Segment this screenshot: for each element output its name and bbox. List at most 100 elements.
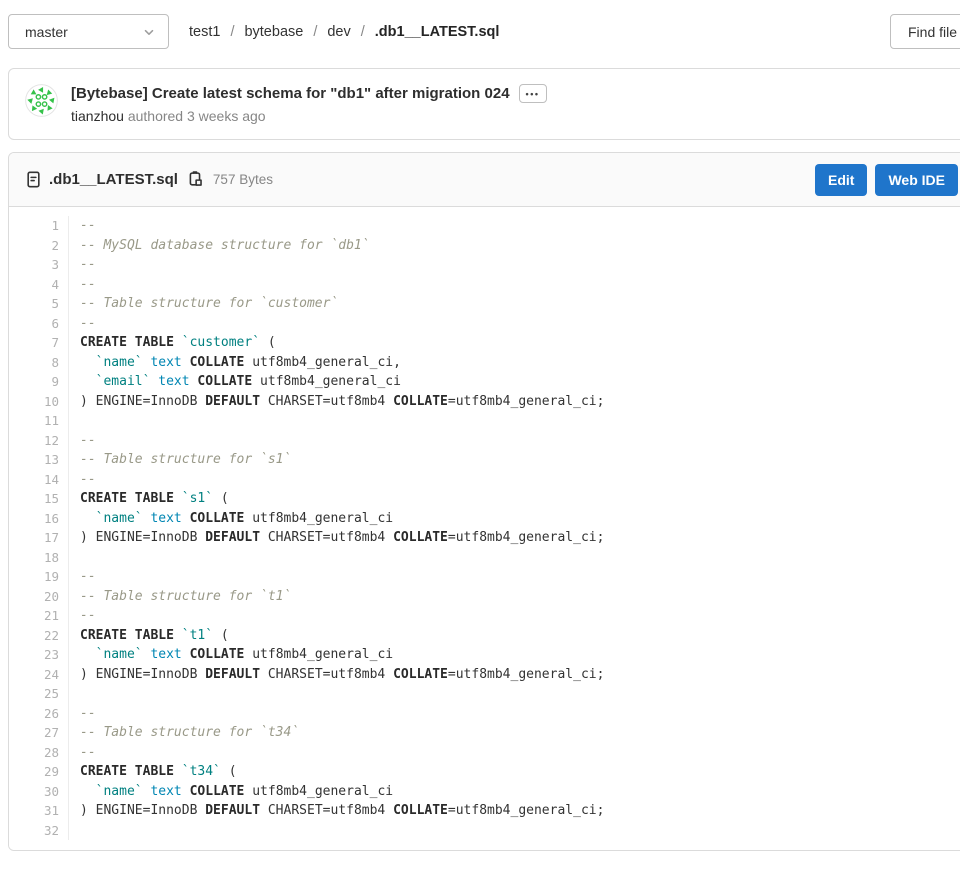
line-number[interactable]: 4 xyxy=(9,275,69,295)
commit-author-name[interactable]: tianzhou xyxy=(71,108,124,124)
code-line-content: -- xyxy=(69,255,96,275)
line-number[interactable]: 21 xyxy=(9,606,69,626)
line-number[interactable]: 31 xyxy=(9,801,69,821)
code-line-content xyxy=(69,548,88,568)
ellipsis-icon[interactable]: ••• xyxy=(519,84,547,103)
code-line-content: -- MySQL database structure for `db1` xyxy=(69,236,370,256)
breadcrumb-separator: / xyxy=(361,24,365,40)
code-line-content xyxy=(69,821,88,841)
branch-selector[interactable]: master xyxy=(8,14,169,49)
line-number[interactable]: 23 xyxy=(9,645,69,665)
line-number[interactable]: 13 xyxy=(9,450,69,470)
edit-button[interactable]: Edit xyxy=(815,164,867,196)
line-number[interactable]: 24 xyxy=(9,665,69,685)
code-line-content: `email` text COLLATE utf8mb4_general_ci xyxy=(69,372,401,392)
code-line: 20-- Table structure for `t1` xyxy=(9,587,960,607)
code-line-content xyxy=(69,411,88,431)
line-number[interactable]: 9 xyxy=(9,372,69,392)
code-line: 18 xyxy=(9,548,960,568)
code-line: 8 `name` text COLLATE utf8mb4_general_ci… xyxy=(9,353,960,373)
web-ide-button[interactable]: Web IDE xyxy=(875,164,958,196)
code-line-content: -- xyxy=(69,275,96,295)
line-number[interactable]: 18 xyxy=(9,548,69,568)
file-document-icon xyxy=(25,171,42,188)
line-number[interactable]: 11 xyxy=(9,411,69,431)
code-line: 27-- Table structure for `t34` xyxy=(9,723,960,743)
file-header: .db1__LATEST.sql 757 Bytes Edit Web IDE xyxy=(9,153,960,207)
line-number[interactable]: 25 xyxy=(9,684,69,704)
code-line: 7CREATE TABLE `customer` ( xyxy=(9,333,960,353)
code-line: 31) ENGINE=InnoDB DEFAULT CHARSET=utf8mb… xyxy=(9,801,960,821)
line-number[interactable]: 6 xyxy=(9,314,69,334)
code-line-content: CREATE TABLE `s1` ( xyxy=(69,489,229,509)
line-number[interactable]: 17 xyxy=(9,528,69,548)
chevron-down-icon xyxy=(142,25,156,39)
commit-title[interactable]: [Bytebase] Create latest schema for "db1… xyxy=(71,85,510,102)
code-lines: 1--2-- MySQL database structure for `db1… xyxy=(9,216,960,840)
code-line-content: CREATE TABLE `customer` ( xyxy=(69,333,276,353)
code-line: 23 `name` text COLLATE utf8mb4_general_c… xyxy=(9,645,960,665)
breadcrumb-segment[interactable]: bytebase xyxy=(244,24,303,40)
line-number[interactable]: 22 xyxy=(9,626,69,646)
breadcrumb-segment[interactable]: test1 xyxy=(189,24,220,40)
code-line: 19-- xyxy=(9,567,960,587)
file-actions: Edit Web IDE xyxy=(815,164,960,196)
line-number[interactable]: 32 xyxy=(9,821,69,841)
line-number[interactable]: 26 xyxy=(9,704,69,724)
code-line-content: ) ENGINE=InnoDB DEFAULT CHARSET=utf8mb4 … xyxy=(69,528,604,548)
line-number[interactable]: 27 xyxy=(9,723,69,743)
file-name: .db1__LATEST.sql xyxy=(49,171,178,188)
line-number[interactable]: 2 xyxy=(9,236,69,256)
code-line-content: ) ENGINE=InnoDB DEFAULT CHARSET=utf8mb4 … xyxy=(69,801,604,821)
line-number[interactable]: 8 xyxy=(9,353,69,373)
code-line: 28-- xyxy=(9,743,960,763)
code-line: 30 `name` text COLLATE utf8mb4_general_c… xyxy=(9,782,960,802)
code-line: 29CREATE TABLE `t34` ( xyxy=(9,762,960,782)
code-line: 2-- MySQL database structure for `db1` xyxy=(9,236,960,256)
breadcrumb-segment[interactable]: dev xyxy=(327,24,350,40)
file-size: 757 Bytes xyxy=(213,172,273,187)
line-number[interactable]: 10 xyxy=(9,392,69,412)
code-line: 11 xyxy=(9,411,960,431)
code-line: 24) ENGINE=InnoDB DEFAULT CHARSET=utf8mb… xyxy=(9,665,960,685)
code-line-content: -- Table structure for `customer` xyxy=(69,294,338,314)
code-line: 22CREATE TABLE `t1` ( xyxy=(9,626,960,646)
commit-meta: tianzhou authored 3 weeks ago xyxy=(71,108,547,124)
line-number[interactable]: 5 xyxy=(9,294,69,314)
top-bar: master test1 / bytebase / dev / .db1__LA… xyxy=(0,0,960,62)
code-line-content xyxy=(69,684,88,704)
code-line-content: ) ENGINE=InnoDB DEFAULT CHARSET=utf8mb4 … xyxy=(69,392,604,412)
code-line-content: -- xyxy=(69,567,96,587)
line-number[interactable]: 20 xyxy=(9,587,69,607)
code-line: 13-- Table structure for `s1` xyxy=(9,450,960,470)
code-line: 6-- xyxy=(9,314,960,334)
code-line-content: CREATE TABLE `t1` ( xyxy=(69,626,229,646)
code-line-content: `name` text COLLATE utf8mb4_general_ci xyxy=(69,509,393,529)
line-number[interactable]: 16 xyxy=(9,509,69,529)
line-number[interactable]: 12 xyxy=(9,431,69,451)
line-number[interactable]: 1 xyxy=(9,216,69,236)
code-line: 15CREATE TABLE `s1` ( xyxy=(9,489,960,509)
find-file-button[interactable]: Find file xyxy=(890,14,960,49)
line-number[interactable]: 3 xyxy=(9,255,69,275)
line-number[interactable]: 28 xyxy=(9,743,69,763)
code-line-content: -- Table structure for `t34` xyxy=(69,723,299,743)
line-number[interactable]: 14 xyxy=(9,470,69,490)
line-number[interactable]: 29 xyxy=(9,762,69,782)
line-number[interactable]: 30 xyxy=(9,782,69,802)
copy-icon[interactable] xyxy=(187,171,204,188)
code-line-content: -- Table structure for `s1` xyxy=(69,450,291,470)
line-number[interactable]: 15 xyxy=(9,489,69,509)
code-line: 3-- xyxy=(9,255,960,275)
file-viewer-box: .db1__LATEST.sql 757 Bytes Edit Web IDE … xyxy=(8,152,960,851)
code-line-content: -- xyxy=(69,216,96,236)
code-line: 5-- Table structure for `customer` xyxy=(9,294,960,314)
commit-author-avatar[interactable] xyxy=(25,84,58,117)
line-number[interactable]: 19 xyxy=(9,567,69,587)
commit-info: [Bytebase] Create latest schema for "db1… xyxy=(71,84,547,124)
commit-authored-text: authored 3 weeks ago xyxy=(128,108,266,124)
code-line: 1-- xyxy=(9,216,960,236)
line-number[interactable]: 7 xyxy=(9,333,69,353)
code-line: 16 `name` text COLLATE utf8mb4_general_c… xyxy=(9,509,960,529)
code-area: 1--2-- MySQL database structure for `db1… xyxy=(9,207,960,850)
